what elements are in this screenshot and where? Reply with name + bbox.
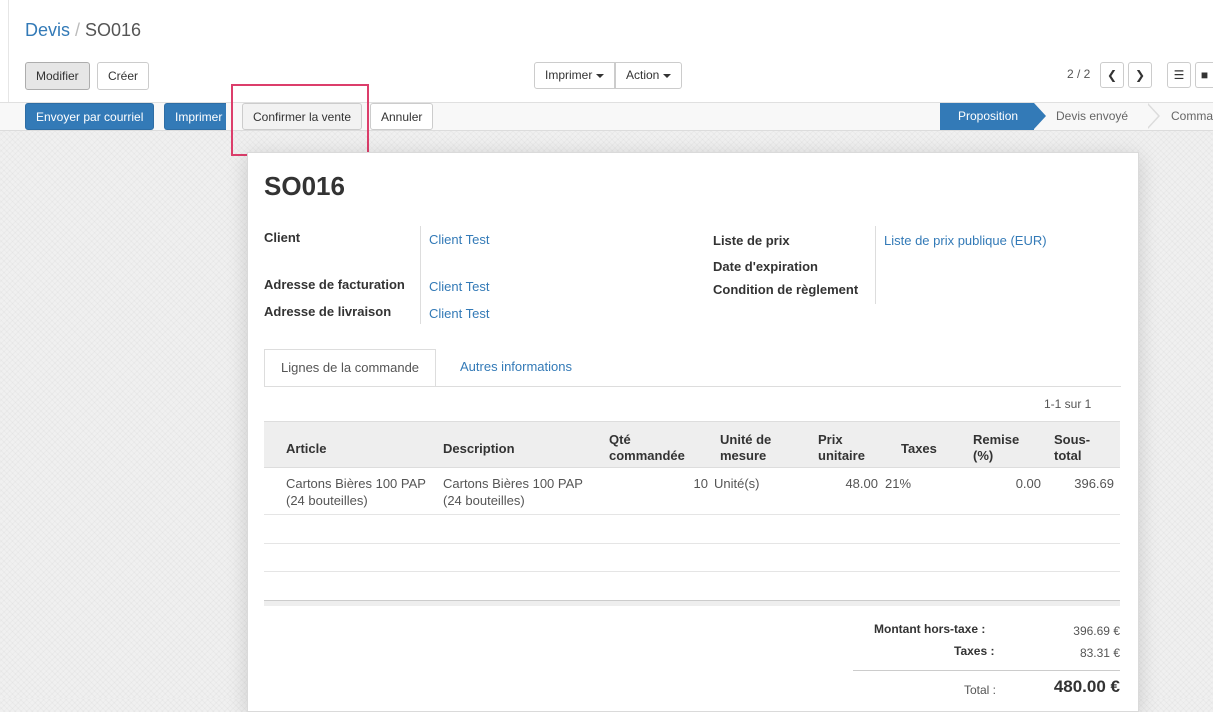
total-value: 480.00 € <box>1053 677 1120 696</box>
breadcrumb-devis-link[interactable]: Devis <box>25 20 70 40</box>
field-label-expiration-date: Date d'expiration <box>713 259 818 274</box>
column-header-uom[interactable]: Unité de mesure <box>720 432 790 464</box>
divider <box>853 670 1120 671</box>
table-header: Article Description Qté commandée Unité … <box>264 421 1120 468</box>
list-view-icon[interactable]: ☰ <box>1167 62 1191 88</box>
field-label-payment-terms: Condition de règlement <box>713 282 859 297</box>
field-value-invoice-address[interactable]: Client Test <box>429 279 489 294</box>
divider <box>420 226 421 324</box>
breadcrumb: Devis / SO016 <box>25 20 141 41</box>
highlight-box <box>231 84 369 156</box>
divider <box>264 571 1120 572</box>
field-value-client[interactable]: Client Test <box>429 232 489 247</box>
status-step-proposition[interactable]: Proposition <box>940 103 1034 130</box>
divider <box>264 514 1120 515</box>
column-header-description[interactable]: Description <box>443 441 515 457</box>
cell-unit-price: 48.00 <box>845 476 878 491</box>
cell-discount: 0.00 <box>1015 476 1041 491</box>
tab-other-info[interactable]: Autres informations <box>444 349 588 387</box>
divider <box>875 226 876 304</box>
list-pager: 1-1 sur 1 <box>1044 397 1092 411</box>
cell-quantity: 10 <box>693 476 708 491</box>
field-label-client: Client <box>264 230 301 245</box>
create-button[interactable]: Créer <box>97 62 150 90</box>
column-header-taxes[interactable]: Taxes <box>901 441 937 457</box>
untaxed-amount-value: 396.69 € <box>1073 624 1120 638</box>
field-label-delivery-address: Adresse de livraison <box>264 304 392 319</box>
table-footer <box>264 600 1120 606</box>
cell-subtotal: 396.69 <box>1074 476 1114 491</box>
column-header-quantity[interactable]: Qté commandée <box>609 432 699 464</box>
page-title: SO016 <box>264 171 345 201</box>
cancel-button[interactable]: Annuler <box>370 103 434 130</box>
form-sheet: SO016 Client Client Test Adresse de fact… <box>247 152 1139 712</box>
breadcrumb-separator: / <box>75 20 81 40</box>
caret-down-icon <box>663 73 672 78</box>
print-button[interactable]: Imprimer <box>164 103 226 130</box>
column-header-unit-price[interactable]: Prix unitaire <box>818 432 878 464</box>
column-header-article[interactable]: Article <box>286 441 326 457</box>
edit-button[interactable]: Modifier <box>25 62 90 90</box>
cell-taxes: 21% <box>885 476 912 491</box>
status-arrow <box>1147 104 1158 128</box>
divider <box>264 543 1120 544</box>
breadcrumb-current: SO016 <box>85 20 142 40</box>
taxes-value: 83.31 € <box>1079 646 1120 660</box>
cell-article: Cartons Bières 100 PAP (24 bouteilles) <box>286 476 426 508</box>
form-view-icon[interactable]: ■ <box>1195 62 1213 88</box>
status-arrow <box>1034 103 1046 129</box>
cell-uom: Unité(s) <box>714 476 760 491</box>
field-label-pricelist: Liste de prix <box>713 233 790 248</box>
field-value-pricelist[interactable]: Liste de prix publique (EUR) <box>884 233 1047 248</box>
action-dropdown-label: Action <box>626 68 660 82</box>
print-dropdown-button[interactable]: Imprimer <box>534 62 616 89</box>
cell-description: Cartons Bières 100 PAP (24 bouteilles) <box>443 476 583 508</box>
send-email-button[interactable]: Envoyer par courriel <box>25 103 155 130</box>
status-step-sale-order[interactable]: Comma <box>1171 103 1213 130</box>
field-value-delivery-address[interactable]: Client Test <box>429 306 489 321</box>
taxes-label: Taxes : <box>954 644 995 658</box>
status-step-quotation-sent[interactable]: Devis envoyé <box>1056 103 1148 130</box>
field-label-invoice-address: Adresse de facturation <box>264 277 405 292</box>
chevron-left-icon[interactable]: ❮ <box>1100 62 1124 88</box>
column-header-subtotal[interactable]: Sous-total <box>1054 432 1099 464</box>
column-header-discount[interactable]: Remise (%) <box>973 432 1028 464</box>
caret-down-icon <box>596 73 605 78</box>
total-label: Total : <box>964 683 997 697</box>
action-dropdown-button[interactable]: Action <box>615 62 683 89</box>
print-dropdown-label: Imprimer <box>545 68 593 82</box>
chevron-right-icon[interactable]: ❯ <box>1128 62 1152 88</box>
untaxed-amount-label: Montant hors-taxe : <box>874 622 986 636</box>
record-pager: 2 / 2 <box>1067 67 1091 81</box>
divider <box>264 386 1121 387</box>
tab-order-lines[interactable]: Lignes de la commande <box>264 349 437 387</box>
